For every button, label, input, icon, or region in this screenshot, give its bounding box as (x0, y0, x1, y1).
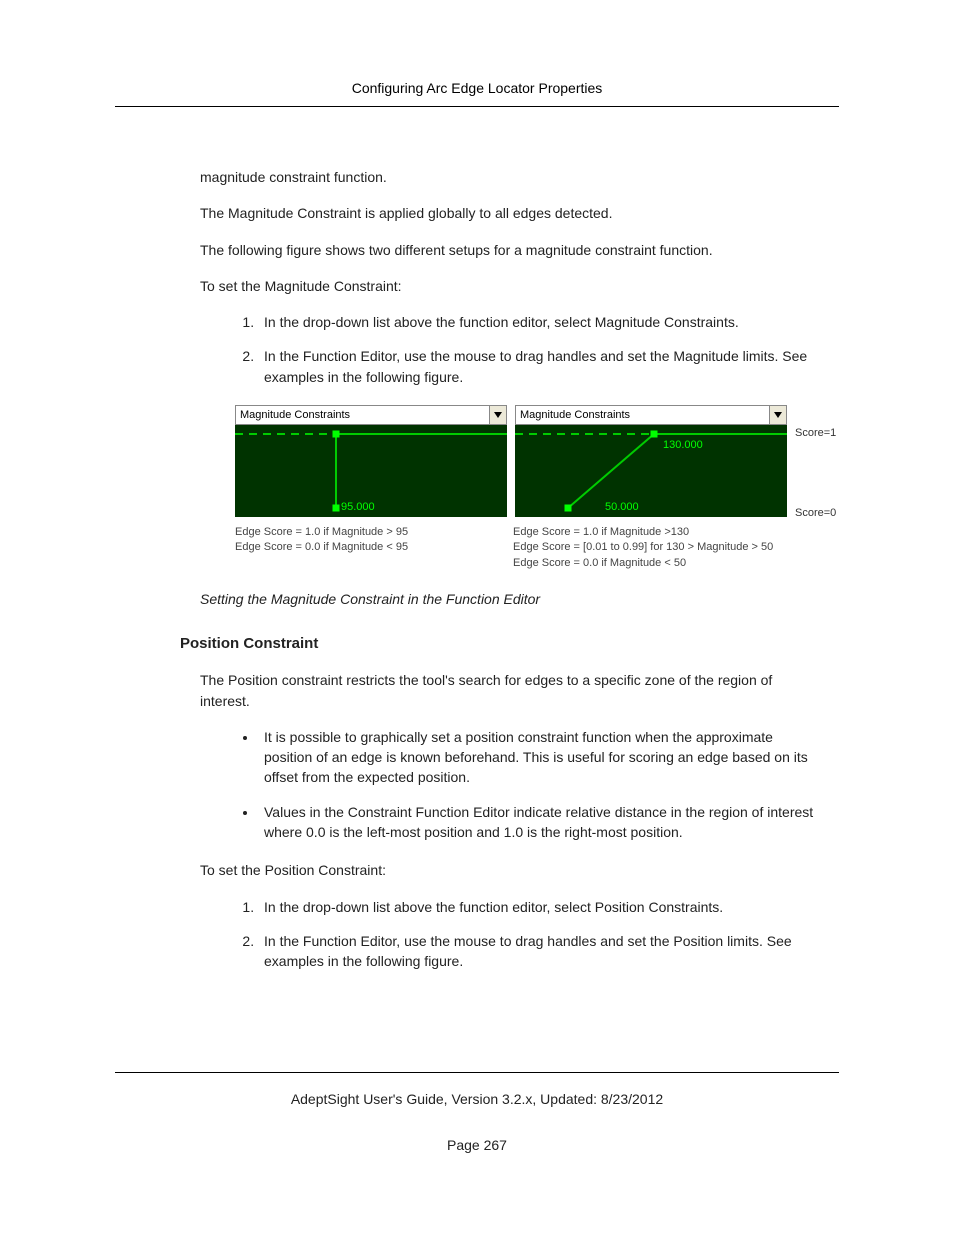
chart-left-column: Magnitude Constraints (235, 405, 507, 517)
footer-rule (115, 1072, 839, 1073)
paragraph: To set the Magnitude Constraint: (200, 276, 814, 296)
value-label: 130.000 (663, 439, 703, 451)
value-label: 95.000 (341, 501, 375, 513)
page-number: Page 267 (115, 1137, 839, 1153)
bulleted-list: It is possible to graphically set a posi… (200, 727, 814, 842)
dropdown-label: Magnitude Constraints (236, 409, 489, 421)
figure-magnitude-constraint: Magnitude Constraints (235, 405, 869, 571)
figure-caption: Setting the Magnitude Constraint in the … (200, 591, 839, 607)
list-item: In the drop-down list above the function… (258, 897, 814, 917)
ordered-list-2: In the drop-down list above the function… (200, 897, 814, 972)
chevron-down-icon (489, 406, 506, 424)
dropdown-label: Magnitude Constraints (516, 409, 769, 421)
paragraph: To set the Position Constraint: (200, 860, 814, 880)
list-item: In the Function Editor, use the mouse to… (258, 931, 814, 972)
page-header-title: Configuring Arc Edge Locator Properties (115, 80, 839, 96)
list-item: It is possible to graphically set a posi… (258, 727, 814, 788)
drag-handle[interactable] (565, 505, 572, 512)
dropdown-magnitude-constraints-left[interactable]: Magnitude Constraints (235, 405, 507, 425)
chart-right-column: Magnitude Constraints 130.00 (515, 405, 787, 517)
section-heading-position-constraint: Position Constraint (180, 635, 839, 652)
paragraph: magnitude constraint function. (200, 167, 814, 187)
ordered-list: In the drop-down list above the function… (200, 312, 814, 387)
body-block: magnitude constraint function. The Magni… (200, 167, 814, 387)
chart-caption-left: Edge Score = 1.0 if Magnitude > 95 Edge … (235, 525, 513, 571)
function-editor-plot-left[interactable]: 95.000 (235, 425, 507, 517)
axis-labels: Score=1 Score=0 (795, 427, 836, 519)
list-item: In the drop-down list above the function… (258, 312, 814, 332)
list-item: Values in the Constraint Function Editor… (258, 802, 814, 843)
list-item: In the Function Editor, use the mouse to… (258, 346, 814, 387)
value-label: 50.000 (605, 501, 639, 513)
drag-handle[interactable] (651, 431, 658, 438)
body-block-2: The Position constraint restricts the to… (200, 670, 814, 971)
paragraph: The Magnitude Constraint is applied glob… (200, 203, 814, 223)
axis-label-bottom: Score=0 (795, 507, 836, 519)
header-rule (115, 106, 839, 107)
drag-handle[interactable] (333, 431, 340, 438)
chart-caption-right: Edge Score = 1.0 if Magnitude >130 Edge … (513, 525, 869, 571)
axis-label-top: Score=1 (795, 427, 836, 439)
page: Configuring Arc Edge Locator Properties … (0, 0, 954, 1235)
footer-line: AdeptSight User's Guide, Version 3.2.x, … (115, 1091, 839, 1107)
paragraph: The following figure shows two different… (200, 240, 814, 260)
paragraph: The Position constraint restricts the to… (200, 670, 814, 711)
drag-handle[interactable] (333, 505, 340, 512)
function-editor-plot-right[interactable]: 130.000 50.000 (515, 425, 787, 517)
chevron-down-icon (769, 406, 786, 424)
dropdown-magnitude-constraints-right[interactable]: Magnitude Constraints (515, 405, 787, 425)
